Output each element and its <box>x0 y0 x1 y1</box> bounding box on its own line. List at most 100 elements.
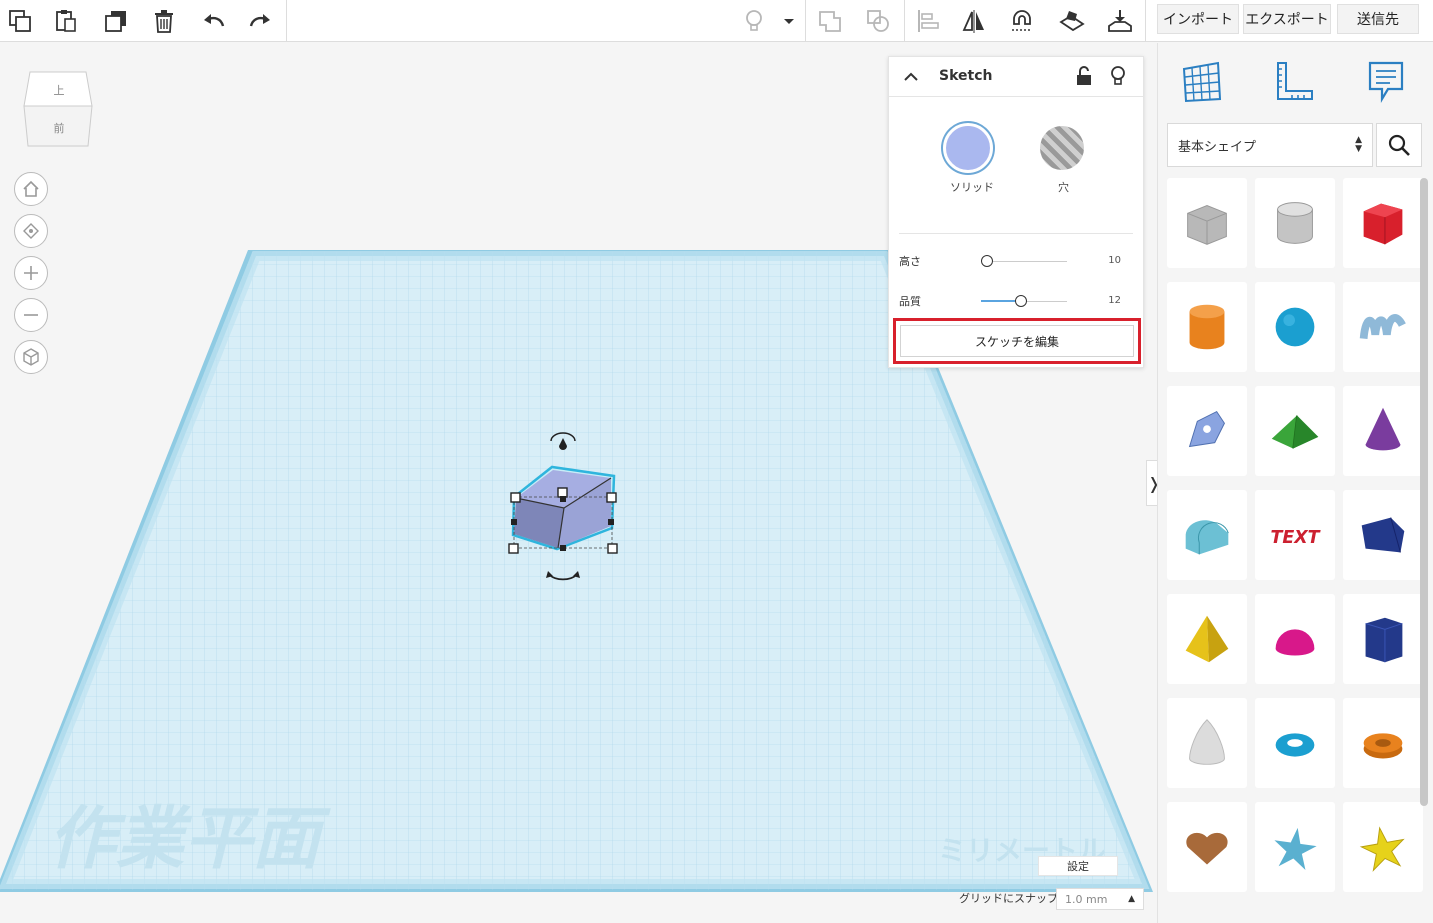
shape-tile-cylinder-hole[interactable] <box>1255 178 1335 268</box>
sketch-icon <box>1188 411 1225 448</box>
drop-button[interactable] <box>1100 2 1140 40</box>
shape-tile-wedge[interactable] <box>1343 490 1423 580</box>
cylinder-icon <box>1189 304 1225 350</box>
shape-tile-roof[interactable] <box>1255 386 1335 476</box>
workplane-grid-icon[interactable] <box>1180 59 1224 103</box>
pyramid-icon <box>1185 615 1229 663</box>
notes-icon[interactable] <box>1364 59 1408 103</box>
scribble-icon <box>1359 314 1406 340</box>
unlock-icon[interactable] <box>1075 65 1093 87</box>
snap-grid-select[interactable]: 1.0 mm ▲ <box>1056 888 1144 910</box>
torus-icon <box>1275 733 1315 757</box>
zoom-out-button[interactable] <box>14 298 48 332</box>
zoom-in-button[interactable] <box>14 256 48 290</box>
ruler-icon[interactable] <box>1272 59 1316 103</box>
fit-view-button[interactable] <box>14 214 48 248</box>
snap-grid-value: 1.0 mm <box>1065 892 1108 906</box>
shape-inspector: Sketch ソリッド 穴 高さ 10 品質 12 スケッチを編集 <box>888 56 1144 368</box>
round-roof-icon <box>1185 520 1229 555</box>
redo-icon <box>249 14 270 27</box>
quality-slider-knob[interactable] <box>1015 295 1028 307</box>
align-button[interactable] <box>908 2 948 40</box>
text-icon: TEXT <box>1270 528 1321 548</box>
box-hole-icon <box>1187 205 1227 245</box>
ungroup-icon <box>867 10 889 32</box>
shape-tile-cylinder[interactable] <box>1167 282 1247 372</box>
shape-tile-round-roof[interactable] <box>1167 490 1247 580</box>
shape-category-select[interactable]: 基本シェイプ ▲ ▼ <box>1167 123 1373 167</box>
shape-tile-text[interactable]: TEXT <box>1255 490 1335 580</box>
view-cube-front[interactable]: 前 <box>54 121 65 135</box>
shape-tile-pyramid[interactable] <box>1167 594 1247 684</box>
duplicate-button[interactable] <box>96 2 136 40</box>
tube-icon <box>1363 733 1403 759</box>
lightbulb-icon <box>746 10 762 31</box>
lightbulb-icon[interactable] <box>1109 65 1127 87</box>
solid-material-button[interactable] <box>943 123 993 173</box>
fit-icon <box>23 223 39 239</box>
shape-tile-torus[interactable] <box>1255 698 1335 788</box>
svg-text:TEXT: TEXT <box>1270 528 1321 548</box>
dropdown-icon <box>784 19 794 24</box>
shapes-scrollbar[interactable] <box>1420 178 1428 806</box>
shape-tile-sphere[interactable] <box>1255 282 1335 372</box>
wedge-icon <box>1361 517 1405 553</box>
copy-icon <box>9 10 31 32</box>
copy-button[interactable] <box>0 2 40 40</box>
shape-tile-tube[interactable] <box>1343 698 1423 788</box>
edit-sketch-button[interactable]: スケッチを編集 <box>900 325 1134 357</box>
cylinder-hole-icon <box>1277 202 1313 244</box>
shape-tile-box[interactable] <box>1343 178 1423 268</box>
view-cube[interactable]: 上 前 <box>22 68 94 148</box>
ungroup-button[interactable] <box>858 2 898 40</box>
shape-tile-box-hole[interactable] <box>1167 178 1247 268</box>
undo-button[interactable] <box>194 2 234 40</box>
show-dropdown-button[interactable] <box>776 2 802 40</box>
shape-tile-half-sphere[interactable] <box>1255 594 1335 684</box>
mirror-button[interactable] <box>954 2 994 40</box>
duplicate-icon <box>105 11 126 32</box>
delete-button[interactable] <box>144 2 184 40</box>
send-to-button[interactable]: 送信先 <box>1337 4 1419 34</box>
shape-tile-star-yellow[interactable] <box>1343 802 1423 892</box>
plus-icon <box>24 266 38 280</box>
settings-button[interactable]: 設定 <box>1038 856 1118 876</box>
shape-tile-scribble[interactable] <box>1343 282 1423 372</box>
paraboloid-icon <box>1189 719 1225 765</box>
redo-button[interactable] <box>240 2 280 40</box>
inspector-title: Sketch <box>939 68 993 84</box>
shape-tile-cone[interactable] <box>1343 386 1423 476</box>
height-value: 10 <box>1108 255 1121 266</box>
shape-search-button[interactable] <box>1376 123 1422 167</box>
home-view-button[interactable] <box>14 172 48 206</box>
mirror-icon <box>962 10 984 33</box>
shape-tile-sketch[interactable] <box>1167 386 1247 476</box>
view-cube-top[interactable]: 上 <box>54 84 65 97</box>
chevron-up-icon[interactable] <box>901 67 921 87</box>
height-slider-knob[interactable] <box>981 255 993 267</box>
hole-material-button[interactable] <box>1040 126 1084 170</box>
main-toolbar: インポート エクスポート 送信先 <box>0 0 1433 42</box>
shape-tile-heart[interactable] <box>1167 802 1247 892</box>
cube-icon <box>23 348 39 366</box>
workplane-button[interactable] <box>1052 2 1092 40</box>
import-button[interactable]: インポート <box>1157 4 1239 34</box>
paste-button[interactable] <box>46 2 86 40</box>
star-icon <box>1274 827 1317 870</box>
perspective-button[interactable] <box>14 340 48 374</box>
trash-icon <box>155 10 173 33</box>
height-slider[interactable] <box>981 261 1067 262</box>
shape-tile-star[interactable] <box>1255 802 1335 892</box>
roof-icon <box>1271 415 1319 449</box>
shape-tile-paraboloid[interactable] <box>1167 698 1247 788</box>
export-button[interactable]: エクスポート <box>1243 4 1331 34</box>
quality-label: 品質 <box>899 295 921 308</box>
undo-icon <box>204 14 225 27</box>
half-sphere-icon <box>1275 629 1315 656</box>
minus-icon <box>24 314 38 316</box>
shape-tile-polygon[interactable] <box>1343 594 1423 684</box>
cruise-button[interactable] <box>1002 2 1042 40</box>
group-button[interactable] <box>810 2 850 40</box>
polygon-icon <box>1365 617 1403 663</box>
show-all-button[interactable] <box>734 2 774 40</box>
